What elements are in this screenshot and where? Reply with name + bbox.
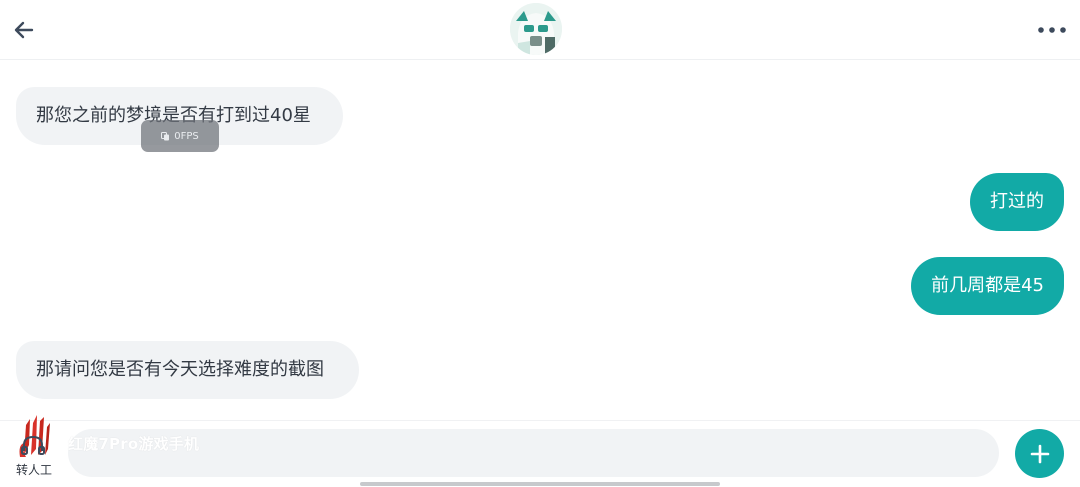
plus-icon — [1030, 444, 1049, 463]
message-incoming[interactable]: 那请问您是否有今天选择难度的截图 — [16, 341, 359, 399]
message-text: 前几周都是45 — [931, 275, 1044, 296]
add-button[interactable] — [1015, 429, 1064, 478]
message-outgoing[interactable]: 打过的 — [970, 173, 1064, 231]
message-text: 打过的 — [990, 191, 1044, 212]
chat-header — [0, 0, 1080, 60]
fps-overlay: 0FPS — [141, 120, 219, 152]
input-bar: 转人工 红魔7Pro游戏手机 — [0, 415, 1080, 487]
message-text: 那请问您是否有今天选择难度的截图 — [36, 359, 324, 380]
headset-icon — [21, 435, 45, 455]
fps-label: 0FPS — [174, 130, 199, 142]
more-button[interactable] — [1036, 14, 1068, 46]
device-watermark: 红魔7Pro游戏手机 — [68, 435, 200, 453]
home-indicator[interactable] — [360, 482, 720, 486]
transfer-to-agent-label: 转人工 — [16, 463, 53, 477]
transfer-to-agent-button[interactable]: 转人工 — [12, 415, 60, 481]
back-button[interactable] — [8, 14, 40, 46]
message-input[interactable] — [68, 429, 999, 477]
arrow-left-icon — [14, 21, 34, 39]
message-outgoing[interactable]: 前几周都是45 — [911, 257, 1064, 315]
more-horizontal-icon — [1038, 27, 1066, 33]
fps-icon — [161, 131, 170, 140]
avatar[interactable] — [510, 3, 562, 55]
